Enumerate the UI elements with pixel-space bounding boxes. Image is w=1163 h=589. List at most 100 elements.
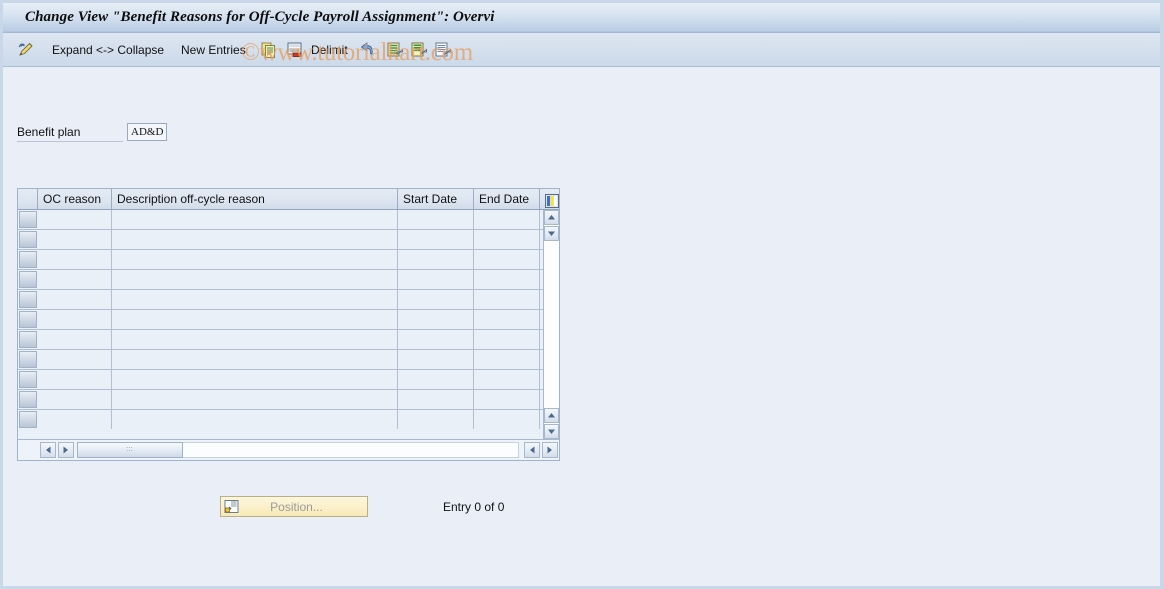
cell-description[interactable] (112, 390, 398, 409)
cell-end-date[interactable] (474, 310, 540, 329)
scroll-right-end-button[interactable] (542, 442, 558, 458)
cell-start-date[interactable] (398, 390, 474, 409)
edit-button[interactable] (17, 33, 35, 67)
table-row[interactable] (18, 230, 559, 250)
cell-start-date[interactable] (398, 410, 474, 429)
row-selector[interactable] (19, 271, 37, 288)
cell-start-date[interactable] (398, 310, 474, 329)
cell-description[interactable] (112, 250, 398, 269)
cell-end-date[interactable] (474, 210, 540, 229)
cell-oc-reason[interactable] (38, 410, 112, 429)
details-button[interactable] (434, 33, 452, 67)
table-row[interactable] (18, 410, 559, 430)
scroll-down-top-button[interactable] (544, 226, 559, 241)
vertical-scrollbar[interactable] (543, 210, 559, 439)
next-entry-button[interactable] (410, 33, 428, 67)
table-row[interactable] (18, 270, 559, 290)
row-selector[interactable] (19, 391, 37, 408)
column-settings-button[interactable] (540, 189, 559, 209)
cell-end-date[interactable] (474, 370, 540, 389)
cell-description[interactable] (112, 350, 398, 369)
row-selector[interactable] (19, 331, 37, 348)
delete-entry-button[interactable] (286, 33, 304, 67)
delete-row-icon (286, 41, 304, 59)
row-selector[interactable] (19, 351, 37, 368)
scroll-up-top-button[interactable] (544, 210, 559, 225)
scroll-left-button[interactable] (40, 442, 56, 458)
cell-description[interactable] (112, 210, 398, 229)
scroll-right-button[interactable] (58, 442, 74, 458)
cell-oc-reason[interactable] (38, 230, 112, 249)
cell-description[interactable] (112, 410, 398, 429)
benefit-plan-value[interactable]: AD&D (127, 123, 168, 141)
table-row[interactable] (18, 390, 559, 410)
row-selector[interactable] (19, 311, 37, 328)
row-selector[interactable] (19, 291, 37, 308)
new-entries-button[interactable]: New Entries (179, 33, 248, 67)
scroll-down-bottom-button[interactable] (544, 424, 559, 439)
table-row[interactable] (18, 370, 559, 390)
table-row[interactable] (18, 310, 559, 330)
position-button[interactable]: Position... (220, 496, 368, 517)
cell-start-date[interactable] (398, 210, 474, 229)
expand-collapse-button[interactable]: Expand <-> Collapse (50, 33, 166, 67)
row-selector[interactable] (19, 251, 37, 268)
table-row[interactable] (18, 290, 559, 310)
cell-start-date[interactable] (398, 270, 474, 289)
cell-start-date[interactable] (398, 230, 474, 249)
cell-oc-reason[interactable] (38, 210, 112, 229)
cell-end-date[interactable] (474, 330, 540, 349)
position-icon (224, 499, 240, 515)
row-selector[interactable] (19, 211, 37, 228)
cell-end-date[interactable] (474, 410, 540, 429)
cell-oc-reason[interactable] (38, 330, 112, 349)
cell-oc-reason[interactable] (38, 370, 112, 389)
table-header-start-date[interactable]: Start Date (398, 189, 474, 209)
cell-start-date[interactable] (398, 290, 474, 309)
cell-description[interactable] (112, 310, 398, 329)
cell-end-date[interactable] (474, 230, 540, 249)
horizontal-scroll-thumb[interactable]: ⋯ ⋯ (77, 442, 183, 458)
cell-start-date[interactable] (398, 370, 474, 389)
table-row[interactable] (18, 350, 559, 370)
previous-entry-button[interactable] (386, 33, 404, 67)
cell-oc-reason[interactable] (38, 270, 112, 289)
previous-entry-icon (386, 41, 404, 59)
scroll-left-end-button[interactable] (524, 442, 540, 458)
table-header-oc-reason[interactable]: OC reason (38, 189, 112, 209)
table-row[interactable] (18, 330, 559, 350)
cell-start-date[interactable] (398, 350, 474, 369)
row-selector[interactable] (19, 371, 37, 388)
scroll-up-bottom-button[interactable] (544, 408, 559, 423)
copy-entry-button[interactable] (260, 33, 278, 67)
cell-description[interactable] (112, 370, 398, 389)
new-entries-label: New Entries (181, 43, 246, 57)
cell-oc-reason[interactable] (38, 310, 112, 329)
row-selector[interactable] (19, 231, 37, 248)
row-selector[interactable] (19, 411, 37, 428)
cell-end-date[interactable] (474, 390, 540, 409)
table-row[interactable] (18, 210, 559, 230)
cell-oc-reason[interactable] (38, 350, 112, 369)
undo-button[interactable] (358, 33, 376, 67)
table-header-end-date[interactable]: End Date (474, 189, 540, 209)
cell-end-date[interactable] (474, 250, 540, 269)
cell-oc-reason[interactable] (38, 390, 112, 409)
cell-oc-reason[interactable] (38, 250, 112, 269)
cell-description[interactable] (112, 270, 398, 289)
cell-start-date[interactable] (398, 250, 474, 269)
cell-end-date[interactable] (474, 290, 540, 309)
cell-end-date[interactable] (474, 350, 540, 369)
horizontal-scrollbar[interactable]: ⋯ ⋯ (18, 439, 559, 460)
cell-description[interactable] (112, 230, 398, 249)
cell-end-date[interactable] (474, 270, 540, 289)
table-row[interactable] (18, 250, 559, 270)
page-title: Change View "Benefit Reasons for Off-Cyc… (25, 9, 495, 25)
cell-description[interactable] (112, 290, 398, 309)
table-header-description[interactable]: Description off-cycle reason (112, 189, 398, 209)
cell-description[interactable] (112, 330, 398, 349)
table-header-selector[interactable] (18, 189, 38, 209)
delimit-button[interactable]: Delimit (309, 33, 350, 67)
cell-start-date[interactable] (398, 330, 474, 349)
cell-oc-reason[interactable] (38, 290, 112, 309)
